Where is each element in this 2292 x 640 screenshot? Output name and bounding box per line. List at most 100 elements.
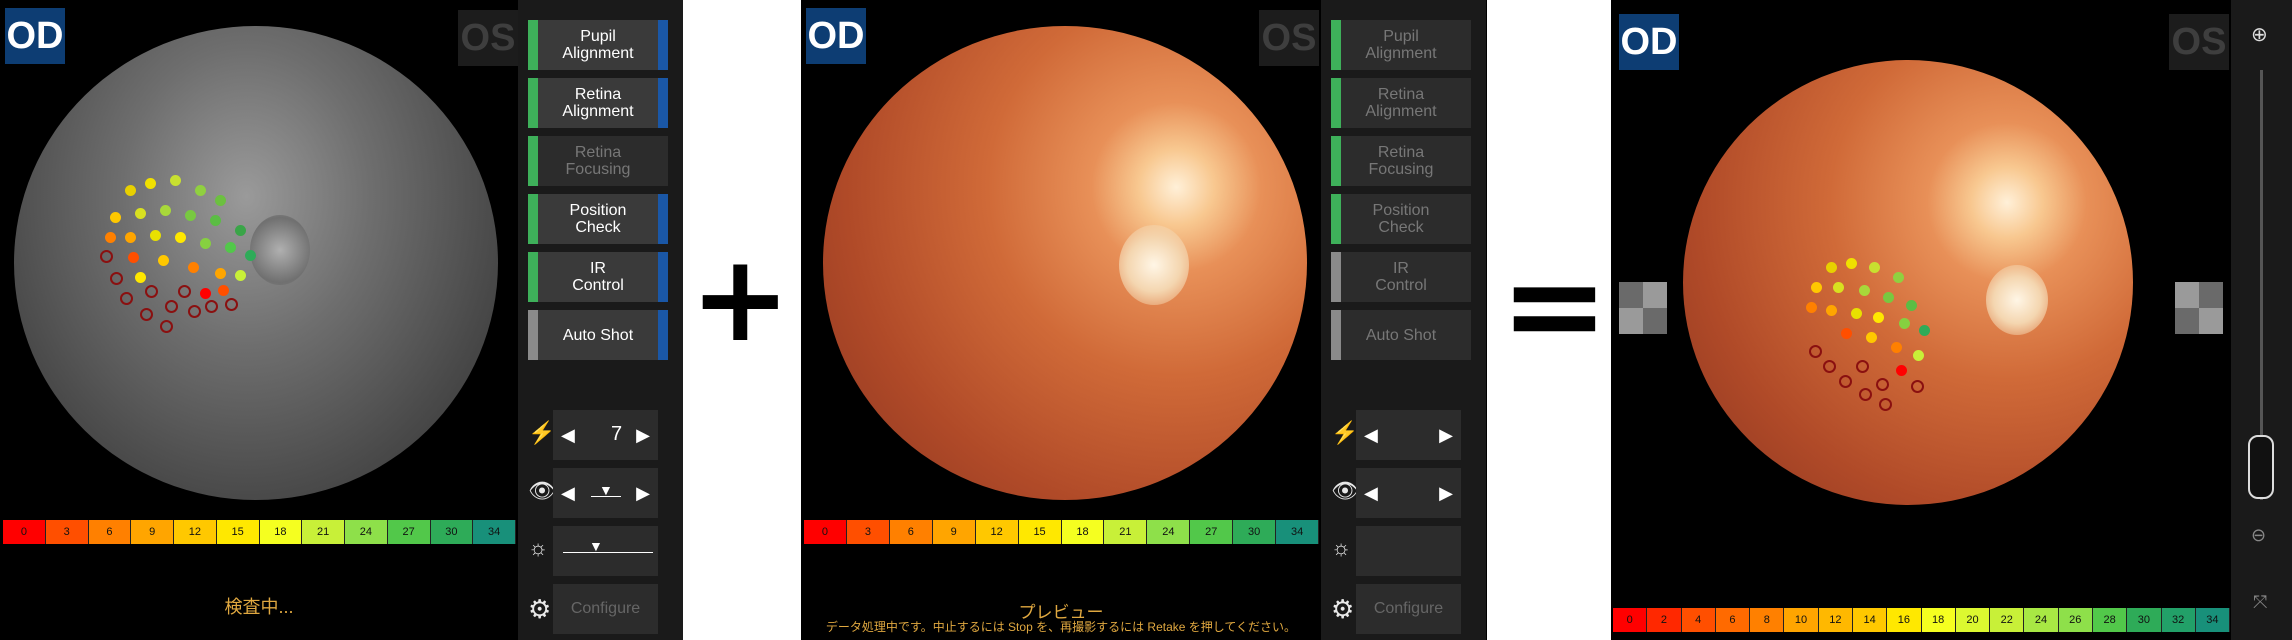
auto-shot-button[interactable]: Auto Shot [528, 310, 668, 360]
stimulus-point [125, 185, 136, 196]
scale-cell: 9 [932, 520, 976, 544]
decrease-arrow-icon[interactable]: ◀ [1364, 483, 1378, 504]
stimulus-miss [178, 285, 191, 298]
scale-cell: 15 [216, 520, 260, 544]
decrease-arrow-icon[interactable]: ◀ [1364, 425, 1378, 446]
brightness-icon: ☼ [1331, 535, 1352, 560]
flash-stepper[interactable]: ◀ ▶ [1356, 410, 1461, 460]
scale-cell: 3 [45, 520, 89, 544]
stimulus-point [1893, 272, 1904, 283]
decrease-arrow-icon[interactable]: ◀ [561, 425, 575, 446]
stimulus-point [1811, 282, 1822, 293]
flash-icon: ⚡ [1331, 420, 1359, 445]
flash-stepper[interactable]: ◀ 7 ▶ [553, 410, 658, 460]
optic-disc [1986, 265, 2048, 335]
os-label[interactable]: OS [458, 10, 518, 66]
stimulus-point [218, 285, 229, 296]
os-label[interactable]: OS [2169, 14, 2229, 70]
stimulus-point [215, 268, 226, 279]
scale-cell: 6 [889, 520, 933, 544]
pupil-alignment-button[interactable]: Pupil Alignment [1331, 20, 1471, 70]
scale-cell: 8 [1750, 608, 1785, 632]
fit-screen-icon[interactable]: ⤧ [2253, 592, 2267, 613]
scale-cell: 10 [1784, 608, 1819, 632]
optic-disc [1119, 225, 1189, 305]
stimulus-point [1896, 365, 1907, 376]
stimulus-miss [165, 300, 178, 313]
od-label[interactable]: OD [806, 8, 866, 64]
decrease-arrow-icon[interactable]: ◀ [561, 483, 575, 504]
auto-shot-button[interactable]: Auto Shot [1331, 310, 1471, 360]
brightness-slider[interactable]: ▼ [553, 526, 658, 576]
scale-cell: 4 [1681, 608, 1716, 632]
left-thumbnail-tile[interactable] [1619, 282, 1667, 334]
stimulus-point [1869, 262, 1880, 273]
scale-cell: 12 [975, 520, 1019, 544]
scale-cell: 34 [1276, 520, 1320, 544]
zoom-out-icon[interactable]: ⊖ [2251, 525, 2266, 546]
gear-icon[interactable]: ⚙ [1331, 594, 1354, 625]
stimulus-point [135, 208, 146, 219]
sensitivity-scale: 0 3 6 9 12 15 18 21 24 27 30 34 [804, 520, 1320, 544]
os-label[interactable]: OS [1259, 10, 1319, 66]
stimulus-miss [1859, 388, 1872, 401]
eye-slider[interactable]: ◀ ▶ [1356, 468, 1461, 518]
scale-cell: 26 [2058, 608, 2093, 632]
stimulus-point [195, 185, 206, 196]
stimulus-point [160, 205, 171, 216]
od-label[interactable]: OD [5, 8, 65, 64]
gear-icon[interactable]: ⚙ [528, 594, 551, 625]
stimulus-miss [110, 272, 123, 285]
zoom-in-icon[interactable]: ⊕ [2251, 22, 2268, 47]
sensitivity-scale: 0 3 6 9 12 15 18 21 24 27 30 34 [3, 520, 516, 544]
scale-cell: 20 [1955, 608, 1991, 632]
ir-control-button[interactable]: IR Control [1331, 252, 1471, 302]
position-check-button[interactable]: Position Check [1331, 194, 1471, 244]
stimulus-point [235, 225, 246, 236]
scale-cell: 34 [473, 520, 516, 544]
scale-cell: 30 [2127, 608, 2162, 632]
middle-panel: OD OS Pupil Alignment Retina Alignment R… [801, 0, 1487, 640]
brightness-slider[interactable] [1356, 526, 1461, 576]
increase-arrow-icon[interactable]: ▶ [1439, 425, 1453, 446]
button-label: Retina Alignment [1365, 86, 1437, 120]
right-panel: OD OS ⊕ ⊖ ⤧ 0 2 4 6 8 10 12 14 16 18 20 … [1611, 0, 2292, 640]
stimulus-point [145, 178, 156, 189]
zoom-slider-thumb[interactable] [2248, 435, 2274, 499]
scale-cell: 14 [1852, 608, 1888, 632]
pupil-alignment-button[interactable]: Pupil Alignment [528, 20, 668, 70]
control-sidebar: Pupil Alignment Retina Alignment Retina … [518, 0, 683, 640]
scale-cell: 30 [430, 520, 474, 544]
scale-cell: 27 [387, 520, 431, 544]
right-thumbnail-tile[interactable] [2175, 282, 2223, 334]
ir-control-button[interactable]: IR Control [528, 252, 668, 302]
stimulus-miss [205, 300, 218, 313]
stimulus-point [1891, 342, 1902, 353]
stimulus-point [1806, 302, 1817, 313]
scale-cell: 18 [259, 520, 303, 544]
retina-alignment-button[interactable]: Retina Alignment [1331, 78, 1471, 128]
button-label: Auto Shot [562, 326, 634, 344]
increase-arrow-icon[interactable]: ▶ [636, 483, 650, 504]
configure-button[interactable]: Configure [1356, 584, 1461, 634]
position-check-button[interactable]: Position Check [528, 194, 668, 244]
button-label: Pupil Alignment [1365, 28, 1437, 62]
zoom-strip: ⊕ ⊖ ⤧ [2231, 0, 2292, 640]
retina-focusing-button[interactable]: Retina Focusing [528, 136, 668, 186]
od-label[interactable]: OD [1619, 14, 1679, 70]
scale-cell: 16 [1887, 608, 1922, 632]
retina-alignment-button[interactable]: Retina Alignment [528, 78, 668, 128]
stimulus-point [235, 270, 246, 281]
eye-slider[interactable]: ◀ ▼ ▶ [553, 468, 658, 518]
scale-cell: 28 [2092, 608, 2128, 632]
scale-cell: 32 [2161, 608, 2196, 632]
flash-icon: ⚡ [528, 420, 556, 445]
scale-cell: 34 [2195, 608, 2231, 632]
scale-cell: 24 [345, 520, 388, 544]
retina-focusing-button[interactable]: Retina Focusing [1331, 136, 1471, 186]
equals-sign: = [1500, 229, 1609, 381]
increase-arrow-icon[interactable]: ▶ [1439, 483, 1453, 504]
stimulus-point [1859, 285, 1870, 296]
configure-button[interactable]: Configure [553, 584, 658, 634]
increase-arrow-icon[interactable]: ▶ [636, 425, 650, 446]
